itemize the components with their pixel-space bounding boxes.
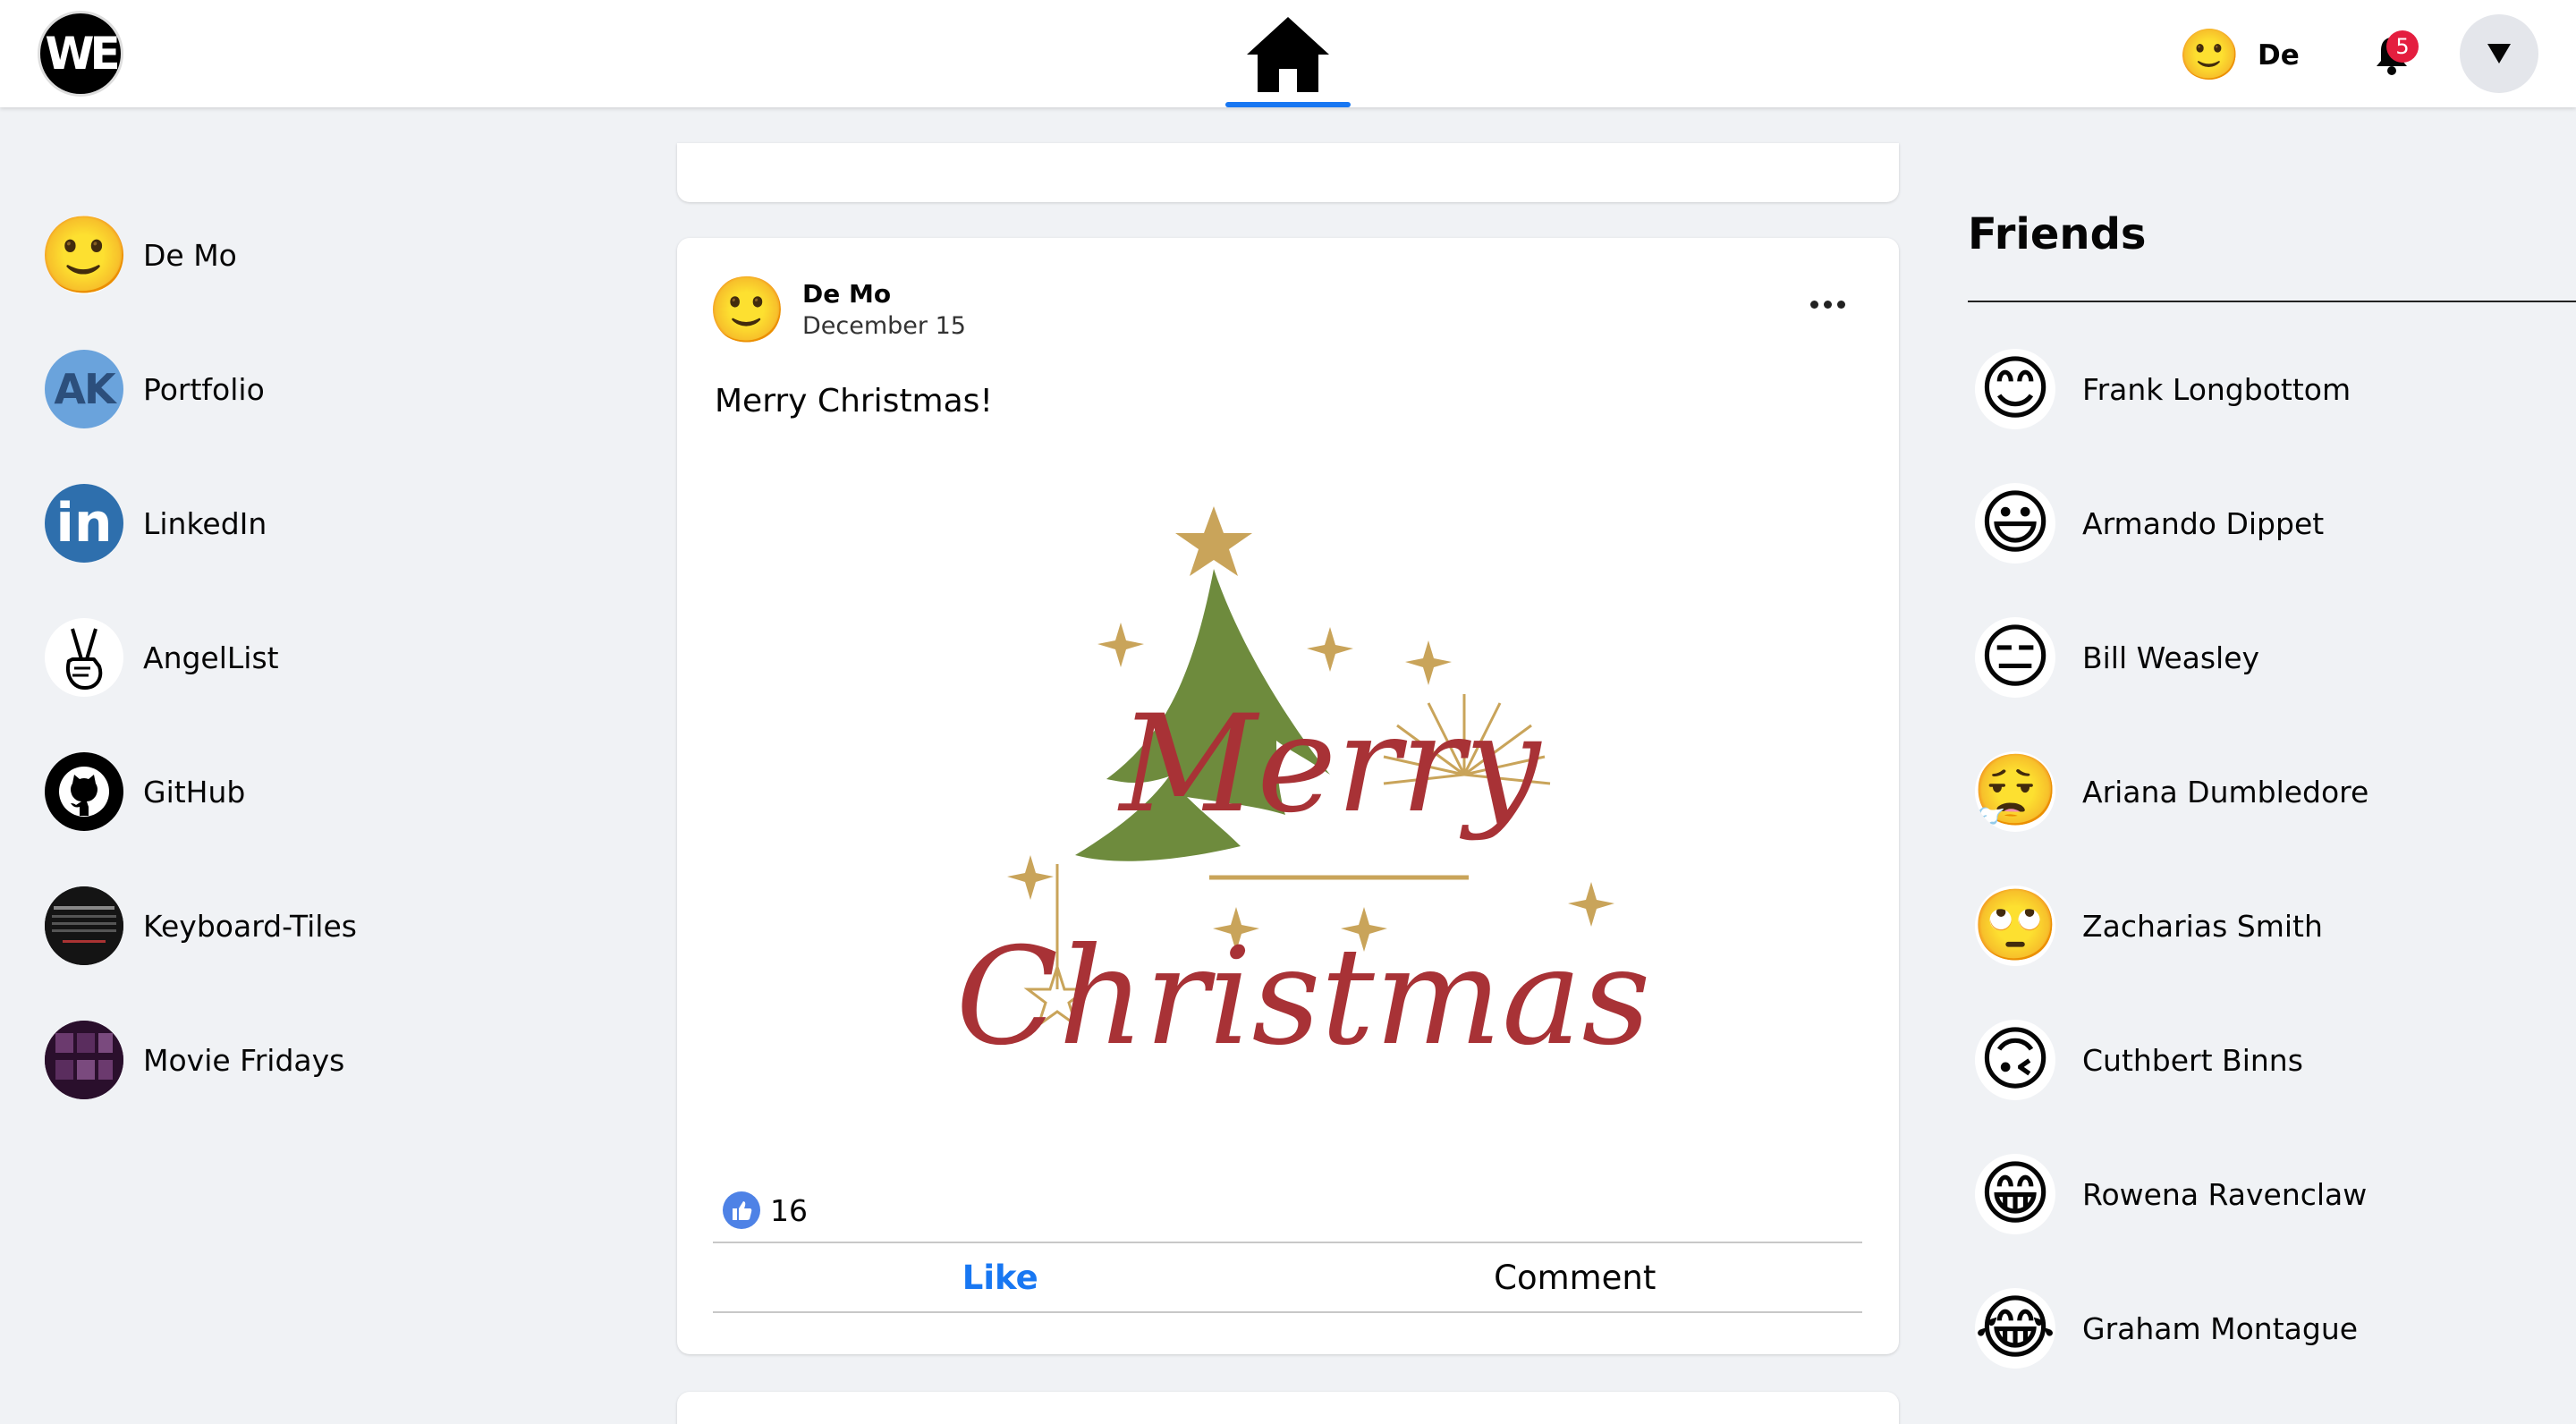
friend-item[interactable]: 🙃 Cuthbert Binns	[1975, 1020, 2547, 1100]
smile-emoji-icon: 🙂	[45, 216, 123, 294]
sidebar-item-movie-fridays[interactable]: Movie Fridays	[45, 1020, 510, 1100]
sidebar-item-linkedin[interactable]: in LinkedIn	[45, 483, 510, 564]
user-avatar: 🙂	[2182, 29, 2236, 82]
sidebar-item-label: Keyboard-Tiles	[143, 908, 357, 944]
more-dots-icon-dot	[1823, 300, 1832, 309]
friend-name: Armando Dippet	[2082, 505, 2325, 541]
post-author-name[interactable]: De Mo	[802, 279, 966, 309]
next-post-card	[677, 1392, 1899, 1424]
home-icon	[1247, 17, 1329, 92]
user-name: De	[2258, 39, 2300, 72]
friend-name: Zacharias Smith	[2082, 908, 2323, 944]
friend-name: Ariana Dumbledore	[2082, 774, 2369, 809]
profile-chip[interactable]: 🙂 De	[2182, 29, 2300, 82]
post-action-bar: Like Comment	[713, 1242, 1862, 1313]
friend-item[interactable]: 😊 Frank Longbottom	[1975, 349, 2547, 429]
notification-badge: 5	[2386, 30, 2419, 63]
smile-emoji-icon: 🙂	[2182, 29, 2236, 82]
ak-logo-icon: AK	[45, 350, 123, 428]
christmas-text: Christmas	[956, 920, 1651, 1075]
friend-item[interactable]: 😮‍💨 Ariana Dumbledore	[1975, 751, 2547, 832]
friend-name: Frank Longbottom	[2082, 371, 2351, 407]
friend-name: Cuthbert Binns	[2082, 1042, 2303, 1078]
post-date: December 15	[802, 312, 966, 340]
like-count: 16	[770, 1192, 808, 1228]
friend-avatar-icon: 😃	[1975, 483, 2055, 564]
friend-name: Rowena Ravenclaw	[2082, 1176, 2368, 1212]
post-image-merry-christmas[interactable]: Merry Christmas	[945, 506, 1661, 1365]
friend-avatar-icon: 😑	[1975, 617, 2055, 698]
comment-button[interactable]: Comment	[1288, 1243, 1863, 1311]
friend-avatar-icon: 😁	[1975, 1154, 2055, 1234]
friend-name: Graham Montague	[2082, 1310, 2359, 1346]
sidebar-item-label: AngelList	[143, 640, 279, 675]
post-card: 🙂 De Mo December 15 Merry Christmas! Mer…	[677, 238, 1899, 1354]
sidebar-item-label: LinkedIn	[143, 505, 267, 541]
active-tab-indicator	[1225, 102, 1351, 107]
ak-logo-text: AK	[54, 365, 115, 413]
friends-divider	[1968, 301, 2576, 302]
linkedin-icon: in	[45, 484, 123, 563]
sidebar-item-label: De Mo	[143, 237, 237, 273]
smile-emoji-icon: 🙂	[713, 275, 781, 343]
friend-avatar-icon: 🙄	[1975, 886, 2055, 966]
sidebar-item-label: GitHub	[143, 774, 246, 809]
sidebar-item-angellist[interactable]: AngelList	[45, 617, 510, 698]
previous-post-card	[677, 143, 1899, 202]
friend-item[interactable]: 😂 Graham Montague	[1975, 1288, 2547, 1369]
post-options-button[interactable]	[1801, 286, 1854, 322]
notifications-button[interactable]: 5	[2356, 20, 2428, 91]
friend-avatar-icon: 😊	[1975, 349, 2055, 429]
merry-text: Merry	[1117, 687, 1543, 843]
friends-heading: Friends	[1968, 209, 2147, 259]
friend-item[interactable]: 😑 Bill Weasley	[1975, 617, 2547, 698]
tree-top-star	[1175, 506, 1252, 576]
friend-avatar-icon: 😂	[1975, 1288, 2055, 1369]
sidebar-item-label: Portfolio	[143, 371, 265, 407]
friend-avatar-icon: 🙃	[1975, 1020, 2055, 1100]
more-dots-icon	[1809, 300, 1818, 309]
sidebar-item-portfolio[interactable]: AK Portfolio	[45, 349, 510, 429]
post-reactions[interactable]: 16	[722, 1191, 808, 1230]
friend-avatar-icon: 😮‍💨	[1975, 751, 2055, 832]
like-button[interactable]: Like	[713, 1243, 1288, 1311]
friend-item[interactable]: 🙄 Zacharias Smith	[1975, 886, 2547, 966]
sidebar-item-label: Movie Fridays	[143, 1042, 345, 1078]
sidebar-item-profile[interactable]: 🙂 De Mo	[45, 215, 510, 295]
friend-name: Bill Weasley	[2082, 640, 2260, 675]
github-icon	[45, 752, 123, 831]
home-nav-button[interactable]	[1225, 0, 1351, 107]
more-dots-icon-dot	[1836, 300, 1845, 309]
post-author-avatar[interactable]: 🙂	[713, 275, 781, 343]
movie-fridays-thumbnail	[45, 1021, 123, 1099]
like-reaction-icon	[723, 1191, 760, 1229]
friend-item[interactable]: 😁 Rowena Ravenclaw	[1975, 1154, 2547, 1234]
friend-item[interactable]: 😃 Armando Dippet	[1975, 483, 2547, 564]
sidebar-item-keyboard-tiles[interactable]: Keyboard-Tiles	[45, 886, 510, 966]
account-menu-button[interactable]	[2460, 14, 2538, 93]
angellist-icon	[45, 618, 123, 697]
caret-down-icon	[2487, 44, 2511, 64]
sidebar-item-github[interactable]: GitHub	[45, 751, 510, 832]
top-navbar: WE 🙂 De 5	[0, 0, 2576, 107]
keyboard-tiles-thumbnail	[45, 886, 123, 965]
post-text: Merry Christmas!	[715, 383, 993, 420]
post-header: 🙂 De Mo December 15	[713, 275, 966, 343]
linkedin-logo-text: in	[55, 492, 113, 555]
we-logo[interactable]: WE	[38, 11, 123, 97]
